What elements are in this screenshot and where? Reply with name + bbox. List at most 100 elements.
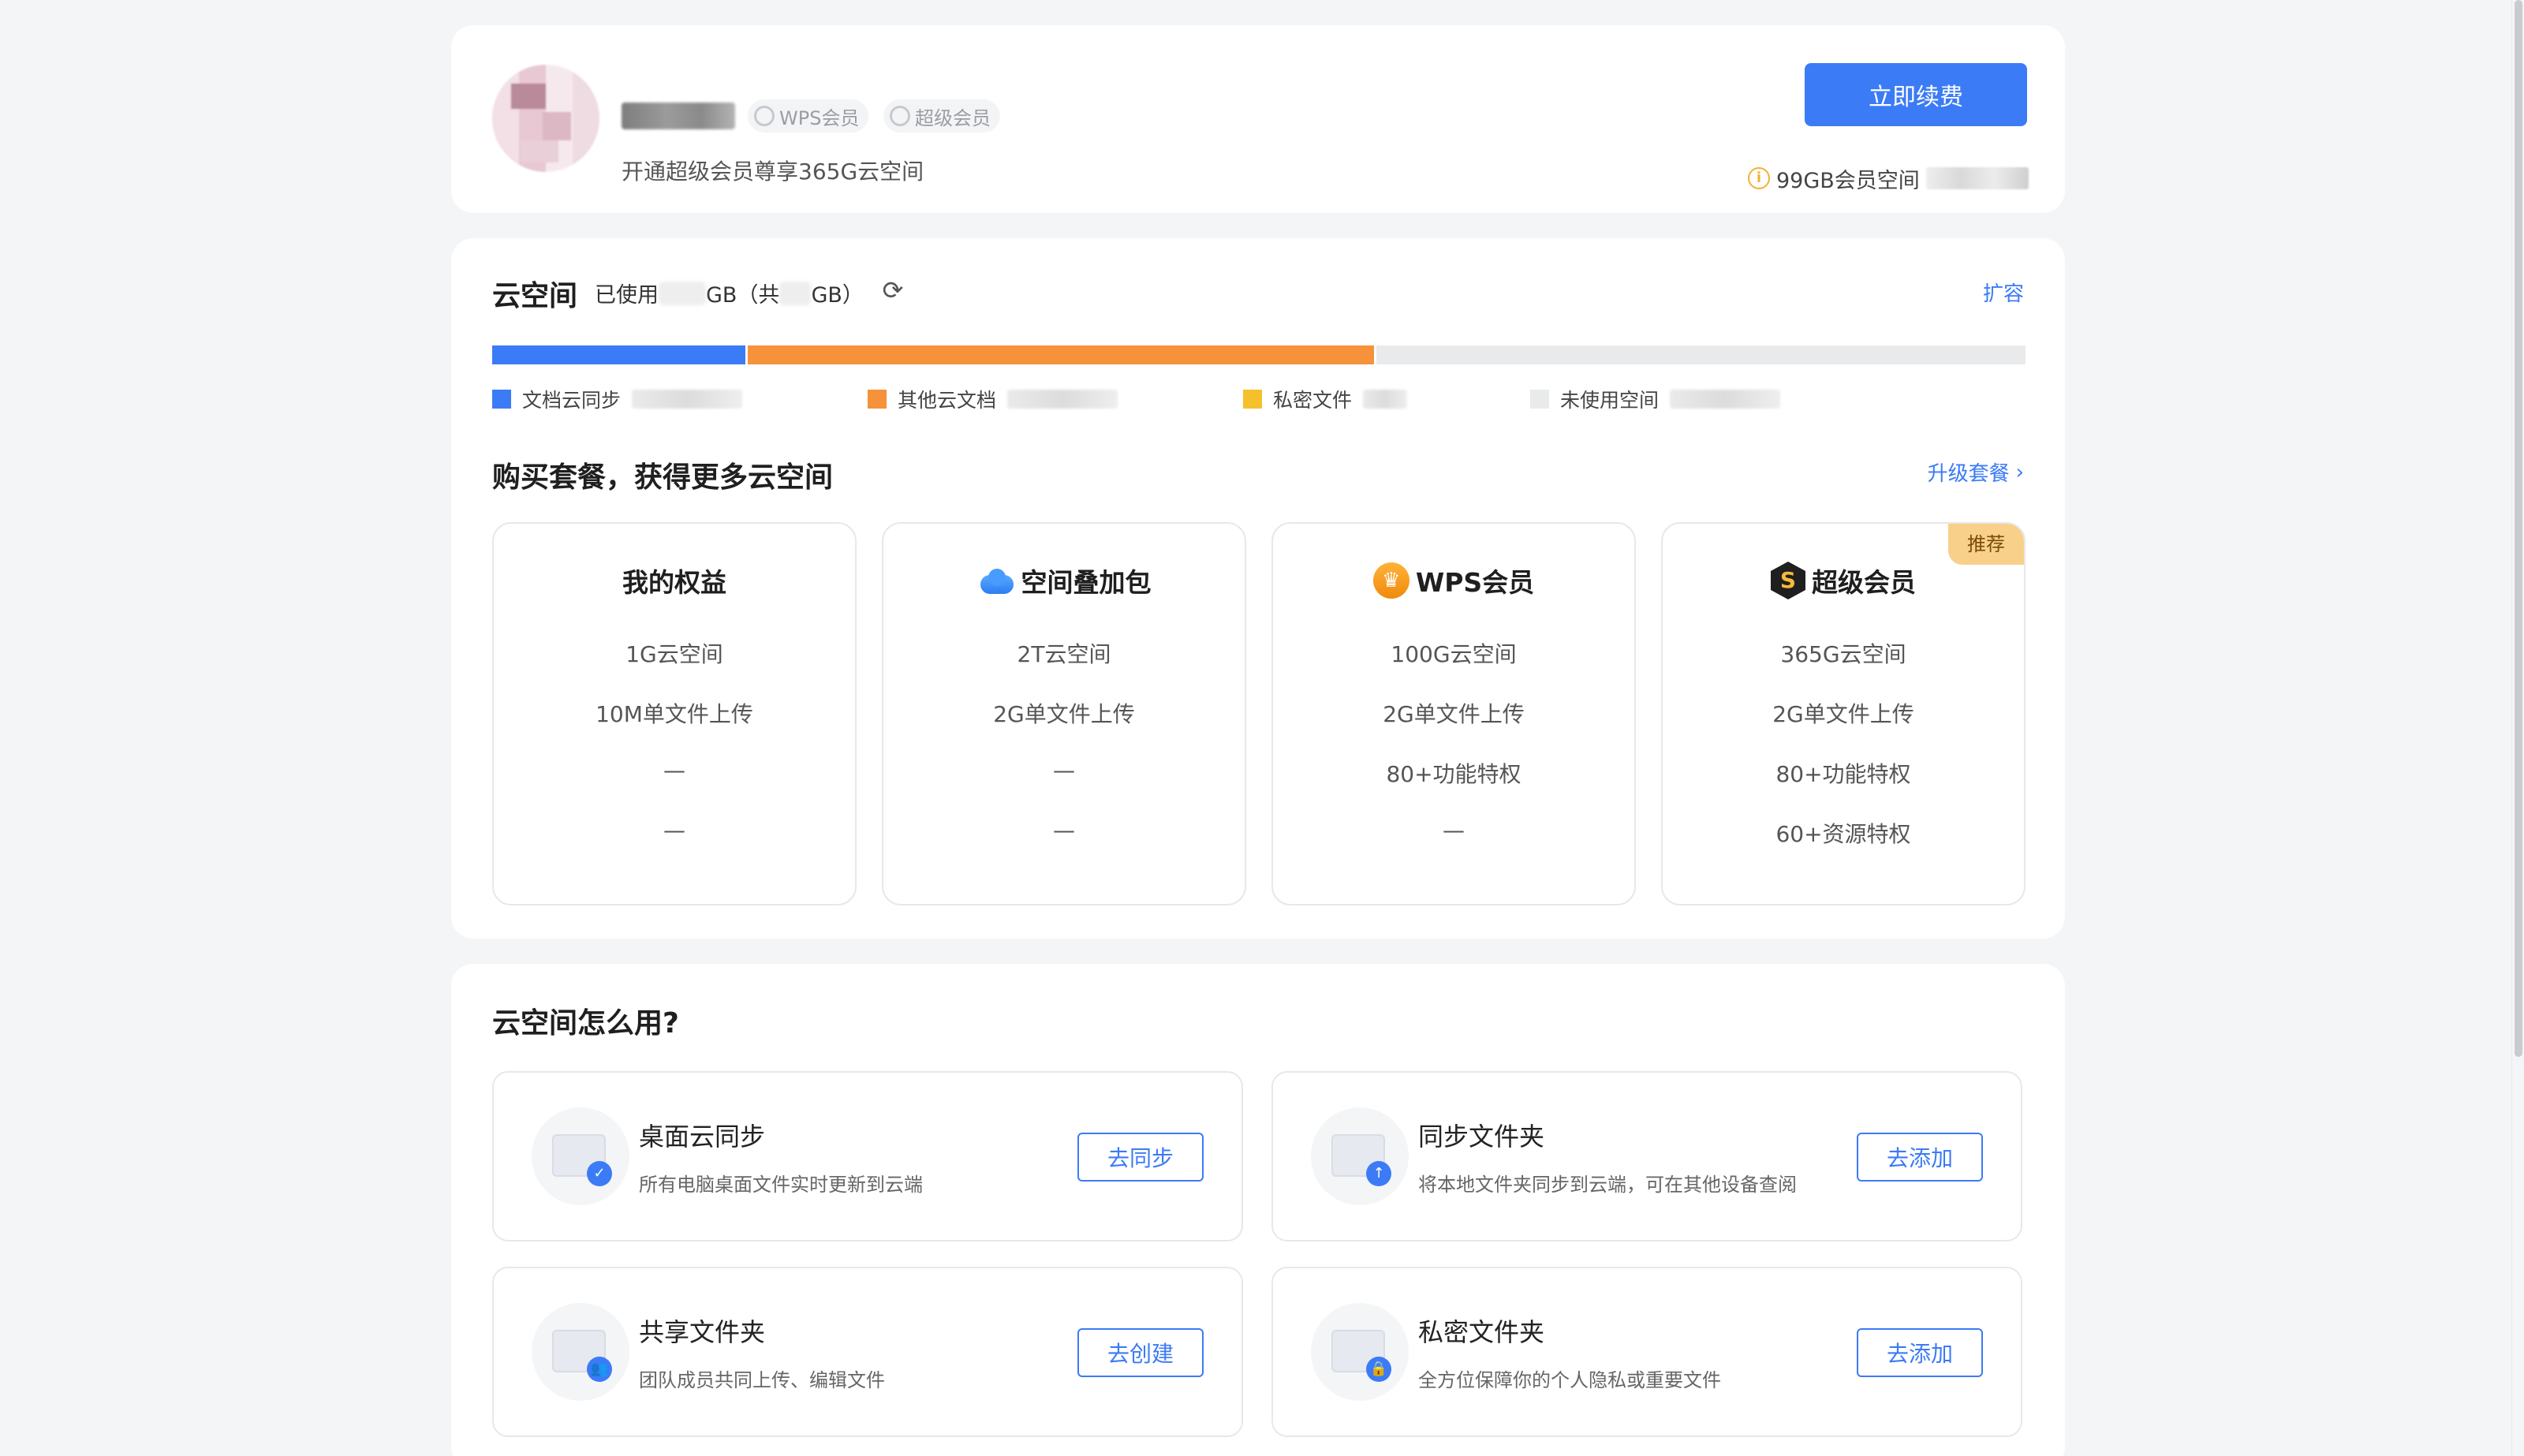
super-member-badge[interactable]: 超级会员 — [883, 99, 1000, 133]
legend-value-redacted — [1007, 390, 1118, 409]
space-usage-summary: 已使用 GB（共 GB） — [595, 278, 864, 308]
tile-name: 私密文件夹 — [1418, 1317, 1545, 1347]
plan-feature: 100G云空间 — [1391, 641, 1517, 667]
tile-action-button[interactable]: 去添加 — [1857, 1328, 1983, 1377]
plan-feature: 2T云空间 — [1017, 641, 1111, 667]
upgrade-plan-link[interactable]: 升级套餐 › — [1928, 457, 2024, 487]
chevron-right-icon: › — [2015, 460, 2024, 484]
usage-segment-2 — [1373, 345, 1376, 364]
legend-swatch — [492, 390, 511, 409]
feature-tile-0: ✓ 桌面云同步所有电脑桌面文件实时更新到云端 去同步 — [492, 1071, 1243, 1241]
member-space-text: 99GB会员空间 — [1776, 168, 1920, 193]
plan-feature: 2G单文件上传 — [993, 701, 1135, 727]
plan-feature: 10M单文件上传 — [596, 701, 753, 727]
legend-item-1: 其他云文档 — [868, 385, 1118, 413]
usage-bar — [492, 345, 2026, 364]
cloud-space-card: 云空间 已使用 GB（共 GB） ⟳ 扩容 文档云同步 其他云文档 私密文件 未使用空… — [451, 238, 2065, 939]
legend-item-0: 文档云同步 — [492, 385, 743, 413]
tile-action-button[interactable]: 去创建 — [1077, 1328, 1204, 1377]
legend-label: 未使用空间 — [1560, 389, 1660, 412]
tile-description: 将本地文件夹同步到云端，可在其他设备查阅 — [1418, 1174, 1797, 1196]
super-badge-label: 超级会员 — [915, 106, 991, 129]
recommended-tag: 推荐 — [1948, 524, 2024, 565]
total-value-redacted — [779, 281, 812, 305]
used-prefix: 已使用 — [595, 283, 659, 308]
crown-icon: ♛ — [1372, 562, 1409, 599]
member-space-info: i 99GB会员空间 — [1748, 164, 2029, 193]
expand-link[interactable]: 扩容 — [1983, 278, 2024, 307]
plan-name: 空间叠加包 — [1021, 567, 1152, 598]
legend-value-redacted — [1670, 390, 1781, 409]
plan-feature: — — [663, 817, 685, 843]
legend-swatch — [1530, 390, 1549, 409]
plan-feature: — — [1443, 817, 1465, 843]
legend-swatch — [1243, 390, 1262, 409]
legend-swatch — [868, 390, 887, 409]
avatar[interactable] — [492, 65, 599, 172]
legend-value-redacted — [1363, 390, 1408, 409]
usage-segment-0 — [492, 345, 745, 364]
wps-member-badge[interactable]: WPS会员 — [748, 99, 869, 133]
plan-card-2[interactable]: ♛ WPS会员 100G云空间 2G单文件上传 80+功能特权 — — [1271, 522, 1636, 905]
legend-label: 私密文件 — [1273, 389, 1353, 412]
private-folder-icon: 🔒 — [1311, 1303, 1409, 1401]
tile-name: 共享文件夹 — [639, 1317, 766, 1347]
super-member-icon: S — [1771, 562, 1805, 599]
scrollbar-thumb[interactable] — [2515, 0, 2522, 1057]
plan-feature: 2G单文件上传 — [1383, 701, 1525, 727]
used-value-redacted — [659, 281, 706, 305]
tile-description: 团队成员共同上传、编辑文件 — [639, 1369, 885, 1391]
buy-plan-title: 购买套餐，获得更多云空间 — [492, 461, 834, 494]
plan-feature: 60+资源特权 — [1775, 821, 1911, 847]
legend-item-3: 未使用空间 — [1530, 385, 1781, 413]
tile-description: 所有电脑桌面文件实时更新到云端 — [639, 1174, 923, 1196]
feature-tile-3: 🔒 私密文件夹全方位保障你的个人隐私或重要文件 去添加 — [1271, 1267, 2022, 1437]
tile-action-button[interactable]: 去添加 — [1857, 1133, 1983, 1182]
sync-folder-icon: ↑ — [1311, 1107, 1409, 1205]
plan-list: 我的权益 1G云空间 10M单文件上传 — — 空间叠加包 2T云空间 2G单文件上传 — — ♛ W… — [492, 522, 2026, 905]
feature-tile-1: ↑ 同步文件夹将本地文件夹同步到云端，可在其他设备查阅 去添加 — [1271, 1071, 2022, 1241]
member-space-expiry-redacted — [1925, 167, 2029, 189]
page-scrollbar[interactable] — [2511, 0, 2524, 1456]
legend-item-2: 私密文件 — [1243, 385, 1408, 413]
how-to-title: 云空间怎么用? — [492, 1007, 679, 1040]
plan-header: ♛ WPS会员 — [1273, 558, 1634, 603]
desktop-sync-icon: ✓ — [532, 1107, 629, 1205]
usage-segment-1 — [745, 345, 1374, 364]
plan-card-3[interactable]: S 超级会员 365G云空间 2G单文件上传 80+功能特权 60+资源特权 推荐 — [1661, 522, 2026, 905]
plan-name: 我的权益 — [622, 567, 726, 598]
shared-folder-icon: 👥 — [532, 1303, 629, 1401]
tile-action-button[interactable]: 去同步 — [1077, 1133, 1204, 1182]
plan-header: 我的权益 — [494, 558, 855, 603]
refresh-icon[interactable]: ⟳ — [879, 276, 907, 304]
plan-card-1[interactable]: 空间叠加包 2T云空间 2G单文件上传 — — — [882, 522, 1246, 905]
plan-card-0[interactable]: 我的权益 1G云空间 10M单文件上传 — — — [492, 522, 857, 905]
feature-tile-2: 👥 共享文件夹团队成员共同上传、编辑文件 去创建 — [492, 1267, 1243, 1437]
info-icon: i — [1748, 167, 1770, 189]
renew-button[interactable]: 立即续费 — [1805, 63, 2027, 126]
tile-name: 同步文件夹 — [1418, 1122, 1545, 1152]
plan-name: 超级会员 — [1812, 567, 1916, 598]
how-to-use-card: 云空间怎么用? ✓ 桌面云同步所有电脑桌面文件实时更新到云端 去同步 ↑ 同步文件夹将本… — [451, 964, 2065, 1456]
plan-feature: 365G云空间 — [1780, 641, 1906, 667]
cloud-icon — [977, 567, 1015, 594]
cloud-space-title: 云空间 — [492, 280, 578, 312]
tile-name: 桌面云同步 — [639, 1122, 766, 1152]
plan-feature: 80+功能特权 — [1775, 761, 1911, 787]
plan-header: S 超级会员 — [1663, 558, 2024, 603]
username-redacted — [622, 103, 735, 129]
plan-feature: 80+功能特权 — [1386, 761, 1521, 787]
plan-header: 空间叠加包 — [883, 558, 1245, 603]
legend-label: 其他云文档 — [898, 389, 997, 412]
super-badge-icon — [890, 106, 910, 126]
tile-description: 全方位保障你的个人隐私或重要文件 — [1418, 1369, 1721, 1391]
plan-feature: 2G单文件上传 — [1772, 701, 1914, 727]
plan-name: WPS会员 — [1415, 567, 1535, 598]
usage-legend: 文档云同步 其他云文档 私密文件 未使用空间 — [492, 385, 2026, 416]
legend-value-redacted — [632, 390, 743, 409]
plan-feature: — — [1053, 817, 1075, 843]
profile-subtitle: 开通超级会员尊享365G云空间 — [622, 159, 924, 185]
wps-badge-label: WPS会员 — [779, 106, 860, 129]
legend-label: 文档云同步 — [522, 389, 622, 412]
plan-feature: 1G云空间 — [625, 641, 723, 667]
